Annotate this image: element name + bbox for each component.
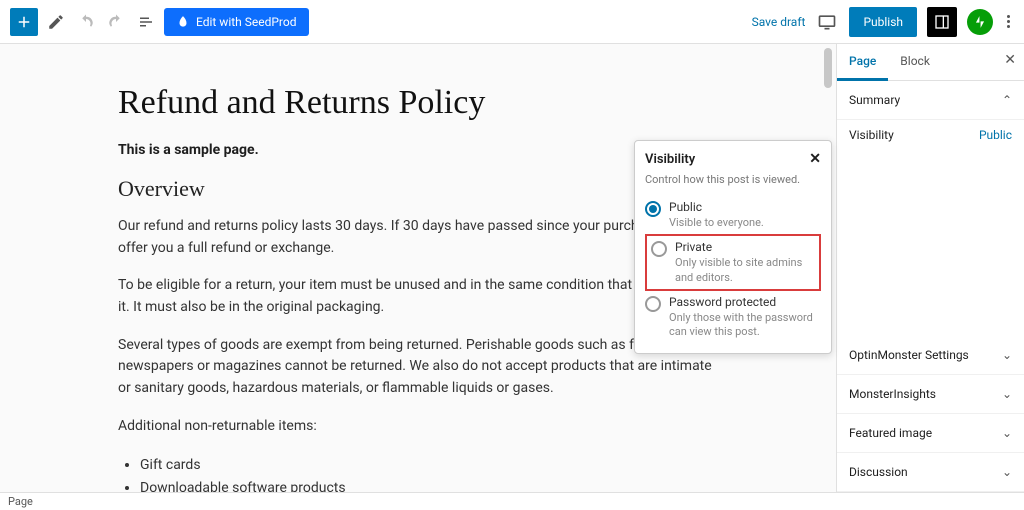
- paragraph-1[interactable]: Our refund and returns policy lasts 30 d…: [118, 216, 718, 259]
- seedprod-icon: [176, 15, 190, 29]
- edit-with-seedprod-button[interactable]: Edit with SeedProd: [164, 8, 309, 36]
- paragraph-2[interactable]: To be eligible for a return, your item m…: [118, 275, 718, 318]
- settings-sidebar: Page Block ✕ Summary ⌃ Visibility Public…: [836, 44, 1024, 492]
- popover-spacer: [837, 150, 1024, 336]
- publish-button[interactable]: Publish: [849, 7, 917, 37]
- chevron-down-icon: ⌄: [1002, 387, 1012, 401]
- sidebar-tabs: Page Block ✕: [837, 44, 1024, 81]
- toolbar-left: Edit with SeedProd: [10, 8, 309, 36]
- chevron-down-icon: ⌄: [1002, 426, 1012, 440]
- visibility-value[interactable]: Public: [979, 128, 1012, 142]
- seedprod-label: Edit with SeedProd: [196, 15, 297, 29]
- popover-header: Visibility ✕: [645, 151, 821, 167]
- visibility-label: Visibility: [849, 128, 894, 142]
- featured-image-panel-toggle[interactable]: Featured image ⌄: [837, 414, 1024, 453]
- tab-block[interactable]: Block: [888, 44, 942, 80]
- chevron-up-icon: ⌃: [1002, 93, 1012, 107]
- page-title[interactable]: Refund and Returns Policy: [118, 84, 718, 122]
- footer-breadcrumb: Page: [0, 492, 1024, 510]
- paragraph-4[interactable]: Additional non-returnable items:: [118, 416, 718, 438]
- undo-button: [74, 10, 98, 34]
- optinmonster-panel-toggle[interactable]: OptinMonster Settings ⌄: [837, 336, 1024, 375]
- chevron-down-icon: ⌄: [1002, 465, 1012, 479]
- settings-toggle-button[interactable]: [927, 7, 957, 37]
- redo-button: [104, 10, 128, 34]
- chevron-down-icon: ⌄: [1002, 348, 1012, 362]
- visibility-option-password[interactable]: Password protected Only those with the p…: [645, 291, 821, 344]
- visibility-option-public[interactable]: Public Visible to everyone.: [645, 196, 821, 234]
- jetpack-button[interactable]: [967, 9, 993, 35]
- document-overview-button[interactable]: [134, 10, 158, 34]
- overview-heading[interactable]: Overview: [118, 176, 718, 202]
- save-draft-link[interactable]: Save draft: [752, 15, 806, 29]
- discussion-panel-toggle[interactable]: Discussion ⌄: [837, 453, 1024, 492]
- tab-page[interactable]: Page: [837, 44, 888, 81]
- main-area: Refund and Returns Policy This is a samp…: [0, 44, 1024, 492]
- radio-icon: [645, 296, 661, 312]
- close-icon[interactable]: ✕: [809, 151, 821, 167]
- close-icon[interactable]: ✕: [1004, 52, 1016, 68]
- visibility-row: Visibility Public: [837, 120, 1024, 150]
- summary-label: Summary: [849, 93, 900, 107]
- popover-subtitle: Control how this post is viewed.: [645, 173, 821, 186]
- toolbar-right: Save draft Publish: [752, 7, 1014, 37]
- radio-icon: [651, 241, 667, 257]
- list-item[interactable]: Gift cards: [140, 454, 718, 478]
- visibility-popover: Visibility ✕ Control how this post is vi…: [634, 140, 832, 354]
- radio-icon: [645, 201, 661, 217]
- options-menu-button[interactable]: [1003, 11, 1014, 32]
- non-returnable-list[interactable]: Gift cards Downloadable software product…: [118, 454, 718, 493]
- pencil-icon[interactable]: [44, 10, 68, 34]
- top-toolbar: Edit with SeedProd Save draft Publish: [0, 0, 1024, 44]
- visibility-option-private[interactable]: Private Only visible to site admins and …: [645, 234, 821, 291]
- add-block-button[interactable]: [10, 8, 38, 36]
- list-item[interactable]: Downloadable software products: [140, 477, 718, 492]
- editor-scrollbar[interactable]: [824, 48, 832, 88]
- popover-title: Visibility: [645, 152, 695, 167]
- sample-page-text[interactable]: This is a sample page.: [118, 142, 718, 158]
- preview-button[interactable]: [815, 10, 839, 34]
- monsterinsights-panel-toggle[interactable]: MonsterInsights ⌄: [837, 375, 1024, 414]
- paragraph-3[interactable]: Several types of goods are exempt from b…: [118, 335, 718, 400]
- summary-panel-toggle[interactable]: Summary ⌃: [837, 81, 1024, 120]
- editor-content: Refund and Returns Policy This is a samp…: [118, 84, 718, 492]
- breadcrumb[interactable]: Page: [8, 495, 33, 508]
